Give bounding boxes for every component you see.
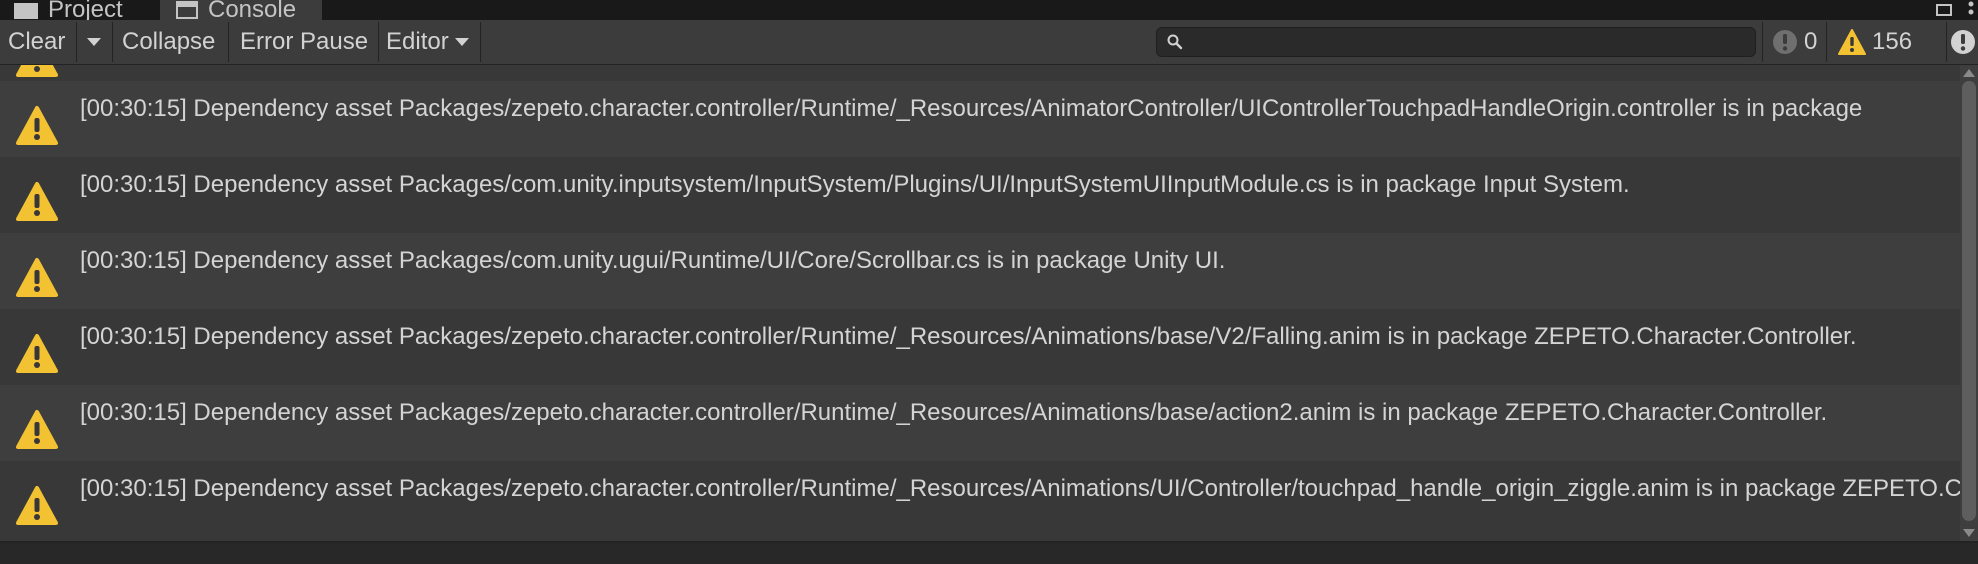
log-message: [00:30:15] Dependency asset Packages/zep… [80, 95, 1863, 122]
console-icon [176, 1, 198, 19]
list-item[interactable]: [00:30:15] Dependency asset Packages/zep… [0, 385, 1960, 461]
warning-icon [16, 182, 58, 221]
log-message: [00:30:15] Dependency asset Packages/com… [80, 171, 1630, 198]
list-item[interactable] [0, 65, 1960, 81]
info-icon [1773, 30, 1797, 54]
list-item[interactable]: [00:30:15] Dependency asset Packages/zep… [0, 309, 1960, 385]
log-detail-panel [0, 543, 1978, 564]
window-controls [1936, 0, 1974, 20]
toolbar-divider [112, 22, 113, 62]
info-counter-toggle[interactable]: 0 [1772, 20, 1817, 64]
more-options-icon[interactable] [1968, 1, 1974, 19]
toolbar-divider [228, 22, 229, 62]
list-item[interactable]: [00:30:15] Dependency asset Packages/com… [0, 233, 1960, 309]
toolbar-divider [76, 22, 77, 62]
collapse-button-label: Collapse [122, 28, 216, 55]
warning-count: 156 [1872, 28, 1913, 55]
chevron-down-icon [454, 38, 469, 46]
tab-project[interactable]: Project [14, 0, 123, 23]
clear-button-label: Clear [8, 28, 66, 55]
tab-console[interactable]: Console [176, 0, 296, 23]
log-message: [00:30:15] Dependency asset Packages/com… [80, 247, 1226, 274]
error-icon [1951, 30, 1975, 54]
log-message: [00:30:15] Dependency asset Packages/zep… [80, 399, 1828, 426]
warning-counter-toggle[interactable]: 156 [1838, 20, 1912, 64]
list-item[interactable]: [00:30:15] Dependency asset Packages/zep… [0, 461, 1960, 537]
toolbar-divider [1826, 22, 1827, 62]
search-input[interactable] [1189, 30, 1749, 54]
scrollbar-thumb[interactable] [1962, 81, 1976, 521]
clear-options-dropdown[interactable] [78, 20, 110, 64]
vertical-scrollbar[interactable] [1960, 65, 1978, 541]
warning-icon [16, 410, 58, 449]
toolbar-divider [1762, 22, 1763, 62]
error-pause-button-label: Error Pause [240, 28, 369, 55]
warning-icon [16, 258, 58, 297]
search-icon [1167, 34, 1183, 50]
tab-bar: Project Console [0, 0, 1978, 23]
console-toolbar: Clear Collapse Error Pause Editor 0 156 … [0, 20, 1978, 65]
list-item[interactable]: [00:30:15] Dependency asset Packages/zep… [0, 81, 1960, 157]
search-field[interactable] [1156, 27, 1756, 57]
log-message: [00:30:15] Dependency asset Packages/zep… [80, 323, 1857, 350]
toolbar-divider [480, 22, 481, 62]
list-item[interactable]: [00:30:15] Dependency asset Packages/com… [0, 157, 1960, 233]
collapse-button[interactable]: Collapse [114, 20, 223, 64]
warning-icon [1838, 29, 1866, 55]
log-message: [00:30:15] Dependency asset Packages/zep… [80, 475, 1960, 502]
chevron-down-icon [87, 38, 101, 46]
toolbar-divider [1946, 22, 1947, 62]
warning-icon [16, 486, 58, 525]
warning-icon [16, 106, 58, 145]
warning-icon [16, 334, 58, 373]
scroll-down-icon[interactable] [1962, 527, 1976, 539]
maximize-icon[interactable] [1936, 4, 1952, 16]
scroll-up-icon[interactable] [1962, 67, 1976, 79]
editor-dropdown-label: Editor [386, 28, 449, 55]
error-counter-toggle[interactable]: 0 [1950, 20, 1978, 64]
editor-dropdown[interactable]: Editor [378, 20, 477, 64]
console-log-list: [00:30:15] Dependency asset Packages/zep… [0, 65, 1960, 541]
warning-icon [16, 65, 58, 77]
info-count: 0 [1804, 28, 1818, 55]
folder-icon [14, 3, 38, 19]
clear-button[interactable]: Clear [0, 20, 73, 64]
error-pause-button[interactable]: Error Pause [232, 20, 376, 64]
